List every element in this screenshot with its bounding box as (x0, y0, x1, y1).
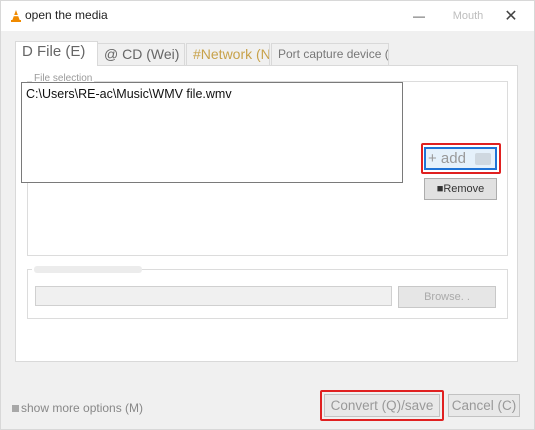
file-list[interactable]: C:\Users\RE-ac\Music\WMV file.wmv (21, 82, 403, 183)
close-button[interactable]: ✕ (497, 4, 525, 28)
title-bar: open the media — Mouth ✕ (1, 1, 534, 31)
tab-capture-device[interactable]: Port capture device () (271, 43, 389, 65)
cancel-button[interactable]: Cancel (C) (448, 394, 520, 417)
file-list-item[interactable]: C:\Users\RE-ac\Music\WMV file.wmv (26, 87, 232, 101)
add-button-highlight (421, 143, 501, 174)
vlc-cone-icon (11, 10, 21, 22)
browse-button[interactable]: Browse. . (398, 286, 496, 308)
subtitle-path-input[interactable] (35, 286, 392, 306)
show-more-options-toggle[interactable]: show more options (M) (12, 401, 143, 415)
minimize-button[interactable]: — (405, 4, 433, 28)
open-media-dialog: open the media — Mouth ✕ D File (E) @ CD… (0, 0, 535, 430)
maximize-button[interactable]: Mouth (446, 4, 490, 28)
window-title: open the media (25, 8, 108, 22)
tab-disc[interactable]: @ CD (Wei) (97, 43, 185, 65)
show-more-options-label: show more options (M) (21, 401, 144, 415)
tab-network[interactable]: #Network (N (186, 43, 270, 65)
checkbox-icon (12, 404, 19, 412)
dialog-body: D File (E) @ CD (Wei) #Network (N Port c… (1, 31, 534, 429)
tab-file[interactable]: D File (E) (15, 41, 98, 66)
subtitle-legend-blurred (32, 263, 142, 275)
convert-button-highlight (320, 390, 444, 421)
remove-button[interactable]: ■Remove (424, 178, 497, 200)
